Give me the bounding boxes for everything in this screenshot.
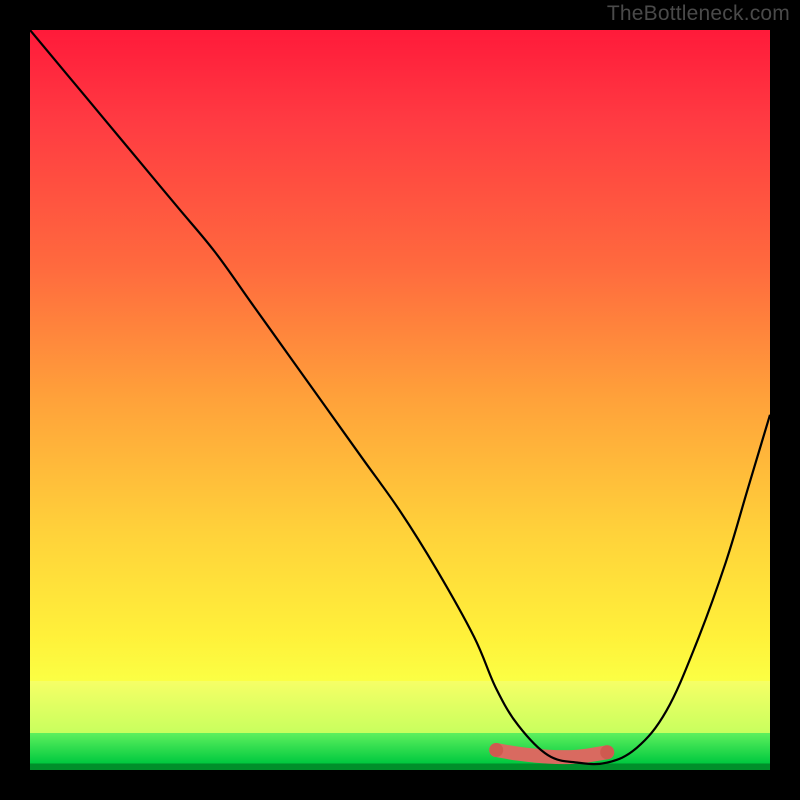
bottleneck-curve	[30, 30, 770, 764]
watermark-text: TheBottleneck.com	[607, 2, 790, 26]
chart-svg	[30, 30, 770, 770]
plot-area	[30, 30, 770, 770]
chart-frame: TheBottleneck.com	[0, 0, 800, 800]
optimal-range-start-dot	[489, 743, 503, 757]
optimal-range-end-dot	[600, 745, 614, 759]
